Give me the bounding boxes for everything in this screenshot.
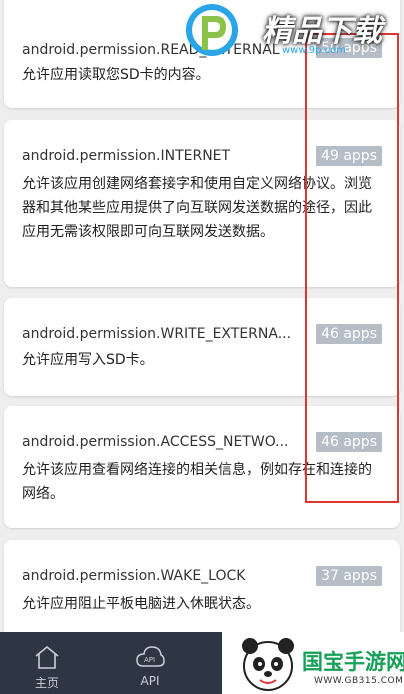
watermark-logo-bottom: 国宝手游网 WWW.GB315.COM (222, 632, 404, 694)
permission-name: android.permission.WRITE_EXTERNA... (22, 326, 292, 342)
tab-label: 主页 (34, 676, 59, 690)
permission-card[interactable]: android.permission.WRITE_EXTERNA... 允许应用… (4, 298, 400, 396)
permission-name: android.permission.ACCESS_NETWO... (22, 434, 289, 450)
permission-card[interactable]: android.permission.WAKE_LOCK 允许应用阻止平板电脑进… (4, 540, 400, 640)
watermark-site-bottom: WWW.GB315.COM (314, 676, 404, 686)
tab-home[interactable]: 主页 (12, 632, 82, 694)
app-count-badge: 46 apps (316, 432, 382, 452)
app-count-badge: 50 apps (316, 38, 382, 58)
permission-description: 允许应用写入SD卡。 (22, 352, 154, 368)
api-icon: API (136, 646, 165, 667)
tab-label: API (140, 674, 160, 688)
svg-text:API: API (144, 656, 155, 664)
panda-icon (242, 638, 294, 691)
bottom-tab-bar: 主页 API API (0, 632, 222, 694)
permission-card[interactable]: android.permission.INTERNET 允许该应用创建网络套接字… (4, 120, 400, 287)
permission-description: 允许该应用查看网络连接的相关信息，例如存在和连接的网络。 (22, 462, 372, 502)
tab-api[interactable]: API API (115, 632, 185, 694)
permission-card[interactable]: android.permission.ACCESS_NETWO... 允许该应用… (4, 406, 400, 528)
permission-name: android.permission.READ_EXTERNAL (22, 42, 280, 58)
watermark-brand-bottom: 国宝手游网 (302, 650, 404, 674)
permission-name: android.permission.WAKE_LOCK (22, 568, 246, 584)
home-icon (35, 645, 59, 669)
permission-card[interactable]: android.permission.READ_EXTERNAL 允许应用读取您… (4, 0, 400, 108)
permission-description: 允许应用阻止平板电脑进入休眠状态。 (22, 596, 260, 612)
app-count-badge: 46 apps (316, 324, 382, 344)
app-count-badge: 37 apps (316, 566, 382, 586)
permission-name: android.permission.INTERNET (22, 148, 231, 164)
permission-description: 允许该应用创建网络套接字和使用自定义网络协议。浏览器和其他某些应用提供了向互联网… (22, 176, 372, 240)
app-count-badge: 49 apps (316, 146, 382, 166)
permission-description: 允许应用读取您SD卡的内容。 (22, 67, 210, 83)
